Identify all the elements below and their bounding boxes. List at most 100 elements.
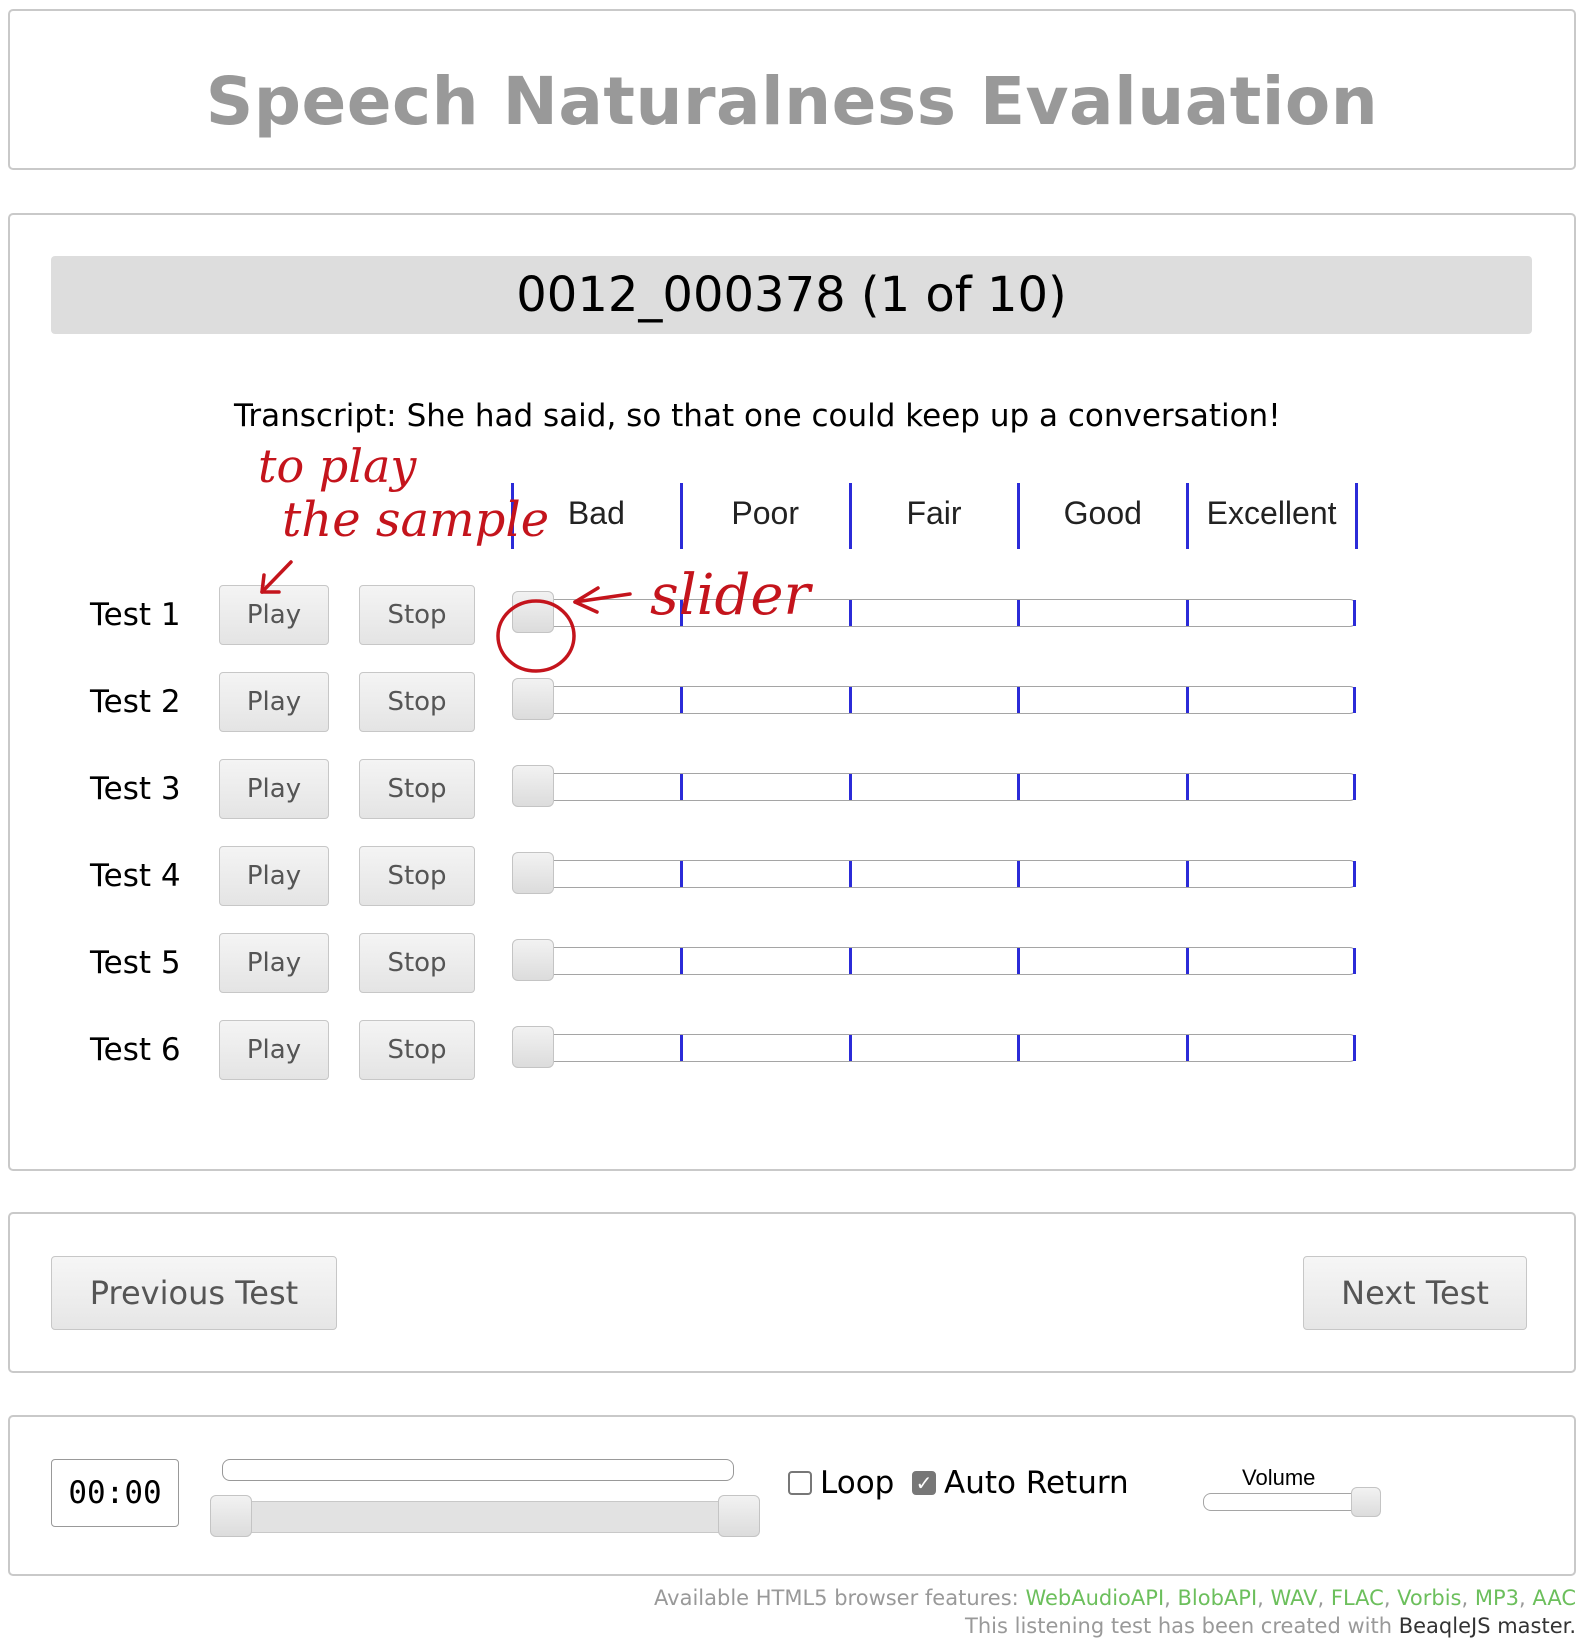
range-start-handle[interactable] (210, 1495, 252, 1537)
play-button[interactable]: Play (219, 933, 329, 993)
loop-checkbox-box[interactable] (788, 1471, 812, 1495)
scale-divider (1186, 483, 1189, 549)
feature-item: FLAC (1330, 1586, 1384, 1610)
rating-slider-track[interactable] (512, 1034, 1356, 1062)
test-panel: 0012_000378 (1 of 10) Transcript: She had… (8, 213, 1576, 1171)
stop-button[interactable]: Stop (359, 672, 475, 732)
test-label: Test 3 (90, 771, 181, 807)
rating-slider-track[interactable] (512, 947, 1356, 975)
time-display: 00:00 (51, 1459, 179, 1527)
loop-label: Loop (820, 1465, 895, 1501)
slider-tick (680, 1035, 683, 1061)
slider-tick (1186, 1035, 1189, 1061)
stop-button[interactable]: Stop (359, 585, 475, 645)
play-button[interactable]: Play (219, 759, 329, 819)
slider-tick (1186, 948, 1189, 974)
slider-tick (1353, 861, 1356, 887)
feature-item: WebAudioAPI (1025, 1586, 1165, 1610)
slider-tick (1353, 600, 1356, 626)
feature-item: MP3 (1474, 1586, 1520, 1610)
test-row: Test 2 Play Stop (10, 672, 1574, 734)
test-header: 0012_000378 (1 of 10) (51, 256, 1532, 334)
stop-button[interactable]: Stop (359, 933, 475, 993)
volume-label: Volume (1242, 1465, 1316, 1490)
test-label: Test 5 (90, 945, 181, 981)
player-panel: 00:00 Loop ✓ Auto Return Volume (8, 1415, 1576, 1576)
slider-tick (849, 861, 852, 887)
playback-range-track[interactable] (210, 1501, 760, 1533)
transcript-text: She had said, so that one could keep up … (406, 398, 1281, 434)
scale-divider (511, 483, 514, 549)
slider-tick (849, 774, 852, 800)
scale-divider (1355, 483, 1358, 549)
scale-label-poor: Poor (731, 495, 799, 531)
playback-progress-bar[interactable] (222, 1459, 734, 1481)
slider-tick (849, 948, 852, 974)
test-label: Test 2 (90, 684, 181, 720)
rating-slider-track[interactable] (512, 686, 1356, 714)
stop-button[interactable]: Stop (359, 1020, 475, 1080)
test-label: Test 6 (90, 1032, 181, 1068)
rating-slider-thumb[interactable] (512, 591, 554, 633)
features-prefix: Available HTML5 browser features: (654, 1586, 1019, 1610)
slider-tick (1017, 600, 1020, 626)
slider-tick (1353, 948, 1356, 974)
slider-tick (1017, 1035, 1020, 1061)
slider-tick (680, 861, 683, 887)
feature-item: WAV (1270, 1586, 1318, 1610)
play-button[interactable]: Play (219, 846, 329, 906)
stop-button[interactable]: Stop (359, 759, 475, 819)
slider-tick (1353, 1035, 1356, 1061)
rating-slider-thumb[interactable] (512, 678, 554, 720)
feature-item: AAC (1532, 1586, 1576, 1610)
volume-slider-thumb[interactable] (1351, 1487, 1381, 1517)
transcript-label: Transcript: (234, 398, 397, 434)
auto-return-checkbox-box[interactable]: ✓ (912, 1471, 936, 1495)
title-panel: Speech Naturalness Evaluation (8, 9, 1576, 170)
navigation-panel: Previous Test Next Test (8, 1212, 1576, 1373)
slider-tick (849, 600, 852, 626)
slider-tick (1017, 861, 1020, 887)
rating-scale-header: Bad Poor Fair Good Excellent (10, 483, 1574, 553)
slider-tick (1186, 861, 1189, 887)
features-list: WebAudioAPI, BlobAPI, WAV, FLAC, Vorbis,… (1025, 1586, 1576, 1610)
test-row: Test 4 Play Stop (10, 846, 1574, 908)
auto-return-checkbox[interactable]: ✓ Auto Return (912, 1465, 1129, 1501)
slider-tick (849, 687, 852, 713)
rating-slider-thumb[interactable] (512, 765, 554, 807)
auto-return-label: Auto Return (944, 1465, 1129, 1501)
slider-tick (1186, 687, 1189, 713)
play-button[interactable]: Play (219, 1020, 329, 1080)
scale-label-excellent: Excellent (1206, 495, 1337, 531)
slider-tick (1017, 774, 1020, 800)
test-row: Test 6 Play Stop (10, 1020, 1574, 1082)
features-footer: Available HTML5 browser features: WebAud… (654, 1586, 1576, 1610)
page-title: Speech Naturalness Evaluation (205, 63, 1379, 140)
next-test-button[interactable]: Next Test (1303, 1256, 1527, 1330)
play-button[interactable]: Play (219, 672, 329, 732)
test-row: Test 5 Play Stop (10, 933, 1574, 995)
range-end-handle[interactable] (718, 1495, 760, 1537)
rating-slider-thumb[interactable] (512, 852, 554, 894)
previous-test-button[interactable]: Previous Test (51, 1256, 337, 1330)
loop-checkbox[interactable]: Loop (788, 1465, 894, 1501)
rating-slider-track[interactable] (512, 599, 1356, 627)
slider-tick (1186, 774, 1189, 800)
slider-tick (1353, 774, 1356, 800)
rating-slider-track[interactable] (512, 773, 1356, 801)
feature-item: BlobAPI (1177, 1586, 1258, 1610)
rating-slider-track[interactable] (512, 860, 1356, 888)
stop-button[interactable]: Stop (359, 846, 475, 906)
rating-slider-thumb[interactable] (512, 939, 554, 981)
slider-tick (680, 774, 683, 800)
credit-prefix: This listening test has been created wit… (965, 1614, 1393, 1638)
scale-label-good: Good (1063, 495, 1142, 531)
slider-tick (680, 687, 683, 713)
rating-slider-thumb[interactable] (512, 1026, 554, 1068)
scale-divider (680, 483, 683, 549)
scale-divider (1017, 483, 1020, 549)
beaqlejs-link[interactable]: BeaqleJS master. (1399, 1614, 1576, 1638)
slider-tick (680, 948, 683, 974)
play-button[interactable]: Play (219, 585, 329, 645)
credit-footer: This listening test has been created wit… (965, 1614, 1576, 1638)
